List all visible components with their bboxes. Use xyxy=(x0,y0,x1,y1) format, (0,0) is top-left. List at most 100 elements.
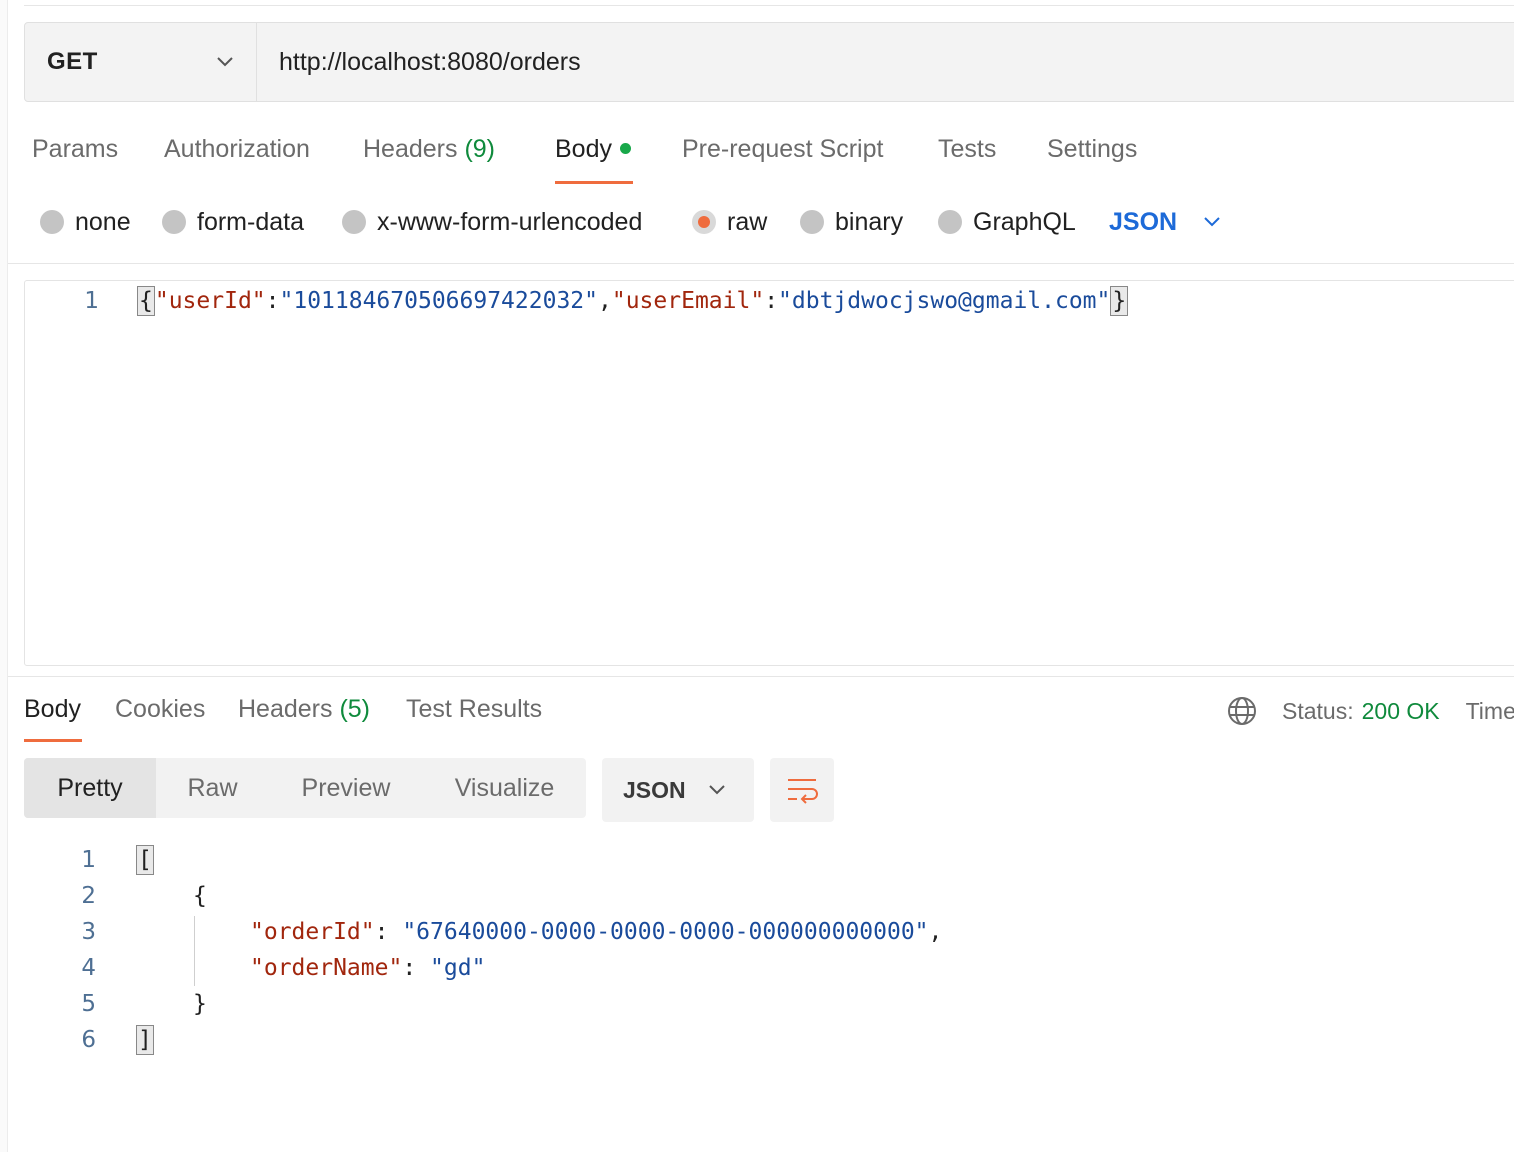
json-colon: : xyxy=(265,288,280,314)
tab-label: Settings xyxy=(1047,135,1138,163)
request-tabs: Params Authorization Headers (9) Body Pr… xyxy=(32,128,1137,184)
json-string: "67640000-0000-0000-0000-000000000000" xyxy=(402,919,929,945)
url-input[interactable]: http://localhost:8080/orders xyxy=(257,23,1514,101)
method-select[interactable]: GET xyxy=(25,23,257,101)
view-visualize-button[interactable]: Visualize xyxy=(423,758,586,818)
tab-label: Params xyxy=(32,135,119,163)
json-key: "orderId" xyxy=(250,919,375,945)
top-divider xyxy=(24,5,1514,6)
url-text: http://localhost:8080/orders xyxy=(279,47,581,76)
open-bracket: [ xyxy=(136,845,154,875)
line-number: 2 xyxy=(81,883,96,909)
tab-body[interactable]: Body xyxy=(555,128,633,184)
close-bracket: ] xyxy=(136,1025,154,1055)
view-label: Raw xyxy=(187,773,238,802)
chevron-down-icon xyxy=(216,56,234,68)
headers-count: (5) xyxy=(339,695,371,723)
radio-icon xyxy=(40,210,64,234)
tab-response-body[interactable]: Body xyxy=(24,690,82,742)
line-number: 5 xyxy=(81,991,96,1017)
language-label: JSON xyxy=(1109,207,1178,236)
response-status: Status: 200 OK Time xyxy=(1226,690,1514,732)
tab-label: Tests xyxy=(938,135,997,163)
tab-test-results[interactable]: Test Results xyxy=(406,690,542,742)
time-label: Time xyxy=(1465,697,1514,724)
tab-tests[interactable]: Tests xyxy=(938,128,1047,184)
radio-binary[interactable]: binary xyxy=(800,208,938,237)
tab-label: Body xyxy=(24,695,81,723)
language-select[interactable]: JSON xyxy=(1109,208,1221,237)
close-brace: } xyxy=(193,991,207,1017)
tab-settings[interactable]: Settings xyxy=(1047,128,1137,184)
json-string: "101184670506697422032" xyxy=(279,288,599,314)
json-key: "orderName" xyxy=(250,955,403,981)
method-label: GET xyxy=(47,48,98,75)
radio-label: binary xyxy=(835,207,904,236)
radio-label: form-data xyxy=(197,207,304,236)
view-mode-selector: Pretty Raw Preview Visualize xyxy=(24,758,586,818)
view-raw-button[interactable]: Raw xyxy=(156,758,269,818)
code-line: 5} xyxy=(0,986,207,1022)
radio-raw[interactable]: raw xyxy=(692,208,800,237)
globe-icon[interactable] xyxy=(1226,695,1258,727)
view-label: Preview xyxy=(301,773,391,802)
radio-icon xyxy=(342,210,366,234)
radio-selected-icon xyxy=(692,210,716,234)
tab-authorization[interactable]: Authorization xyxy=(164,128,363,184)
view-pretty-button[interactable]: Pretty xyxy=(24,758,156,818)
close-brace: } xyxy=(1110,286,1129,316)
wrap-lines-button[interactable] xyxy=(770,758,834,822)
radio-icon xyxy=(800,210,824,234)
tab-cookies[interactable]: Cookies xyxy=(115,690,238,742)
code-line: 6] xyxy=(0,1022,154,1058)
radio-label: x-www-form-urlencoded xyxy=(377,207,643,236)
tab-label: Authorization xyxy=(164,135,310,163)
tab-label: Test Results xyxy=(406,695,543,723)
tab-label: Pre-request Script xyxy=(682,135,884,163)
code-line: 2{ xyxy=(0,878,207,914)
response-format-select[interactable]: JSON xyxy=(602,758,754,822)
json-colon: : xyxy=(402,955,431,981)
request-url-bar: GET http://localhost:8080/orders xyxy=(24,22,1514,102)
response-tabs: Body Cookies Headers (5) Test Results xyxy=(24,690,542,742)
radio-none[interactable]: none xyxy=(40,208,162,237)
code-line: 3 "orderId": "67640000-0000-0000-0000-000… xyxy=(0,914,942,950)
request-body-editor[interactable]: 1{"userId": "101184670506697422032", "user… xyxy=(24,280,1514,666)
line-number: 4 xyxy=(81,955,96,981)
line-number: 3 xyxy=(81,919,96,945)
line-number: 6 xyxy=(81,1027,96,1053)
tab-params[interactable]: Params xyxy=(32,128,164,184)
tab-pre-request-script[interactable]: Pre-request Script xyxy=(682,128,938,184)
view-preview-button[interactable]: Preview xyxy=(269,758,423,818)
json-colon: : xyxy=(374,919,403,945)
modified-dot-icon xyxy=(619,142,631,154)
code-line: 1{"userId": "101184670506697422032", "user… xyxy=(25,283,1129,319)
view-label: Pretty xyxy=(57,773,123,802)
json-key: "userId" xyxy=(154,288,266,314)
radio-icon xyxy=(162,210,186,234)
open-brace: { xyxy=(137,286,155,316)
json-colon: : xyxy=(764,288,779,314)
radio-label: none xyxy=(75,207,131,236)
tab-label: Headers xyxy=(363,135,458,163)
tab-response-headers[interactable]: Headers (5) xyxy=(238,690,406,742)
headers-count: (9) xyxy=(464,135,496,163)
open-brace: { xyxy=(193,883,207,909)
code-line: 4 "orderName": "gd" xyxy=(0,950,485,986)
radio-label: GraphQL xyxy=(973,207,1076,236)
radio-label: raw xyxy=(727,207,768,236)
section-divider xyxy=(8,263,1514,264)
json-key: "userEmail" xyxy=(611,288,765,314)
radio-x-www-form-urlencoded[interactable]: x-www-form-urlencoded xyxy=(342,208,692,237)
section-divider xyxy=(8,676,1514,677)
tab-label: Headers xyxy=(238,695,333,723)
tab-label: Cookies xyxy=(115,695,206,723)
radio-form-data[interactable]: form-data xyxy=(162,208,342,237)
radio-graphql[interactable]: GraphQL xyxy=(938,208,1109,237)
response-body-viewer[interactable]: 1[ 2{ 3 "orderId": "67640000-0000-0000-00… xyxy=(0,842,1514,1072)
status-label: Status: xyxy=(1282,697,1354,724)
tab-headers[interactable]: Headers (9) xyxy=(363,128,555,184)
line-number: 1 xyxy=(84,288,99,314)
line-number: 1 xyxy=(81,847,96,873)
chevron-down-icon xyxy=(1204,217,1220,227)
